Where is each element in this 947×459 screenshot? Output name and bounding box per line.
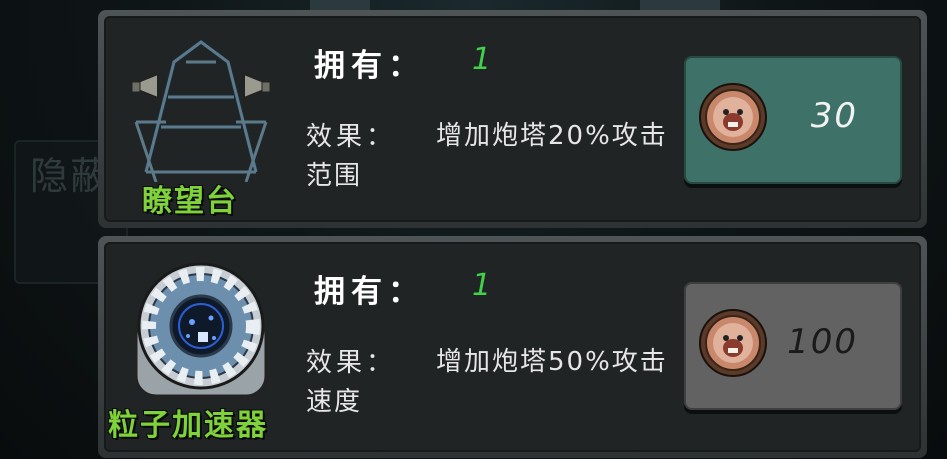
effect-description: 增加炮塔20%攻击范围 (306, 121, 668, 191)
background-beam (640, 0, 720, 10)
owned-label: 拥有： (314, 48, 425, 84)
item-name: 粒子加速器 (108, 408, 268, 443)
shop-item-particle-accelerator: 粒子加速器 拥有： 1 效果： 增加炮塔50%攻击速度 100 (98, 236, 927, 458)
particle-accelerator-icon (126, 256, 276, 406)
effect-description: 增加炮塔50%攻击速度 (306, 347, 668, 417)
buy-button[interactable]: 30 (684, 56, 902, 184)
watchtower-icon (126, 32, 276, 183)
shop-item-watchtower: 瞭望台 拥有： 1 效果： 增加炮塔20%攻击范围 30 (98, 10, 927, 228)
owned-label: 拥有： (314, 274, 425, 310)
background-beam (310, 0, 370, 10)
price-value: 100 (787, 322, 858, 362)
owned-count: 1 (472, 268, 492, 303)
buy-button[interactable]: 100 (684, 282, 902, 410)
coin-icon (698, 308, 768, 378)
item-name: 瞭望台 (142, 184, 238, 219)
price-value: 30 (810, 96, 858, 136)
owned-count: 1 (472, 42, 492, 77)
coin-icon (698, 82, 768, 152)
